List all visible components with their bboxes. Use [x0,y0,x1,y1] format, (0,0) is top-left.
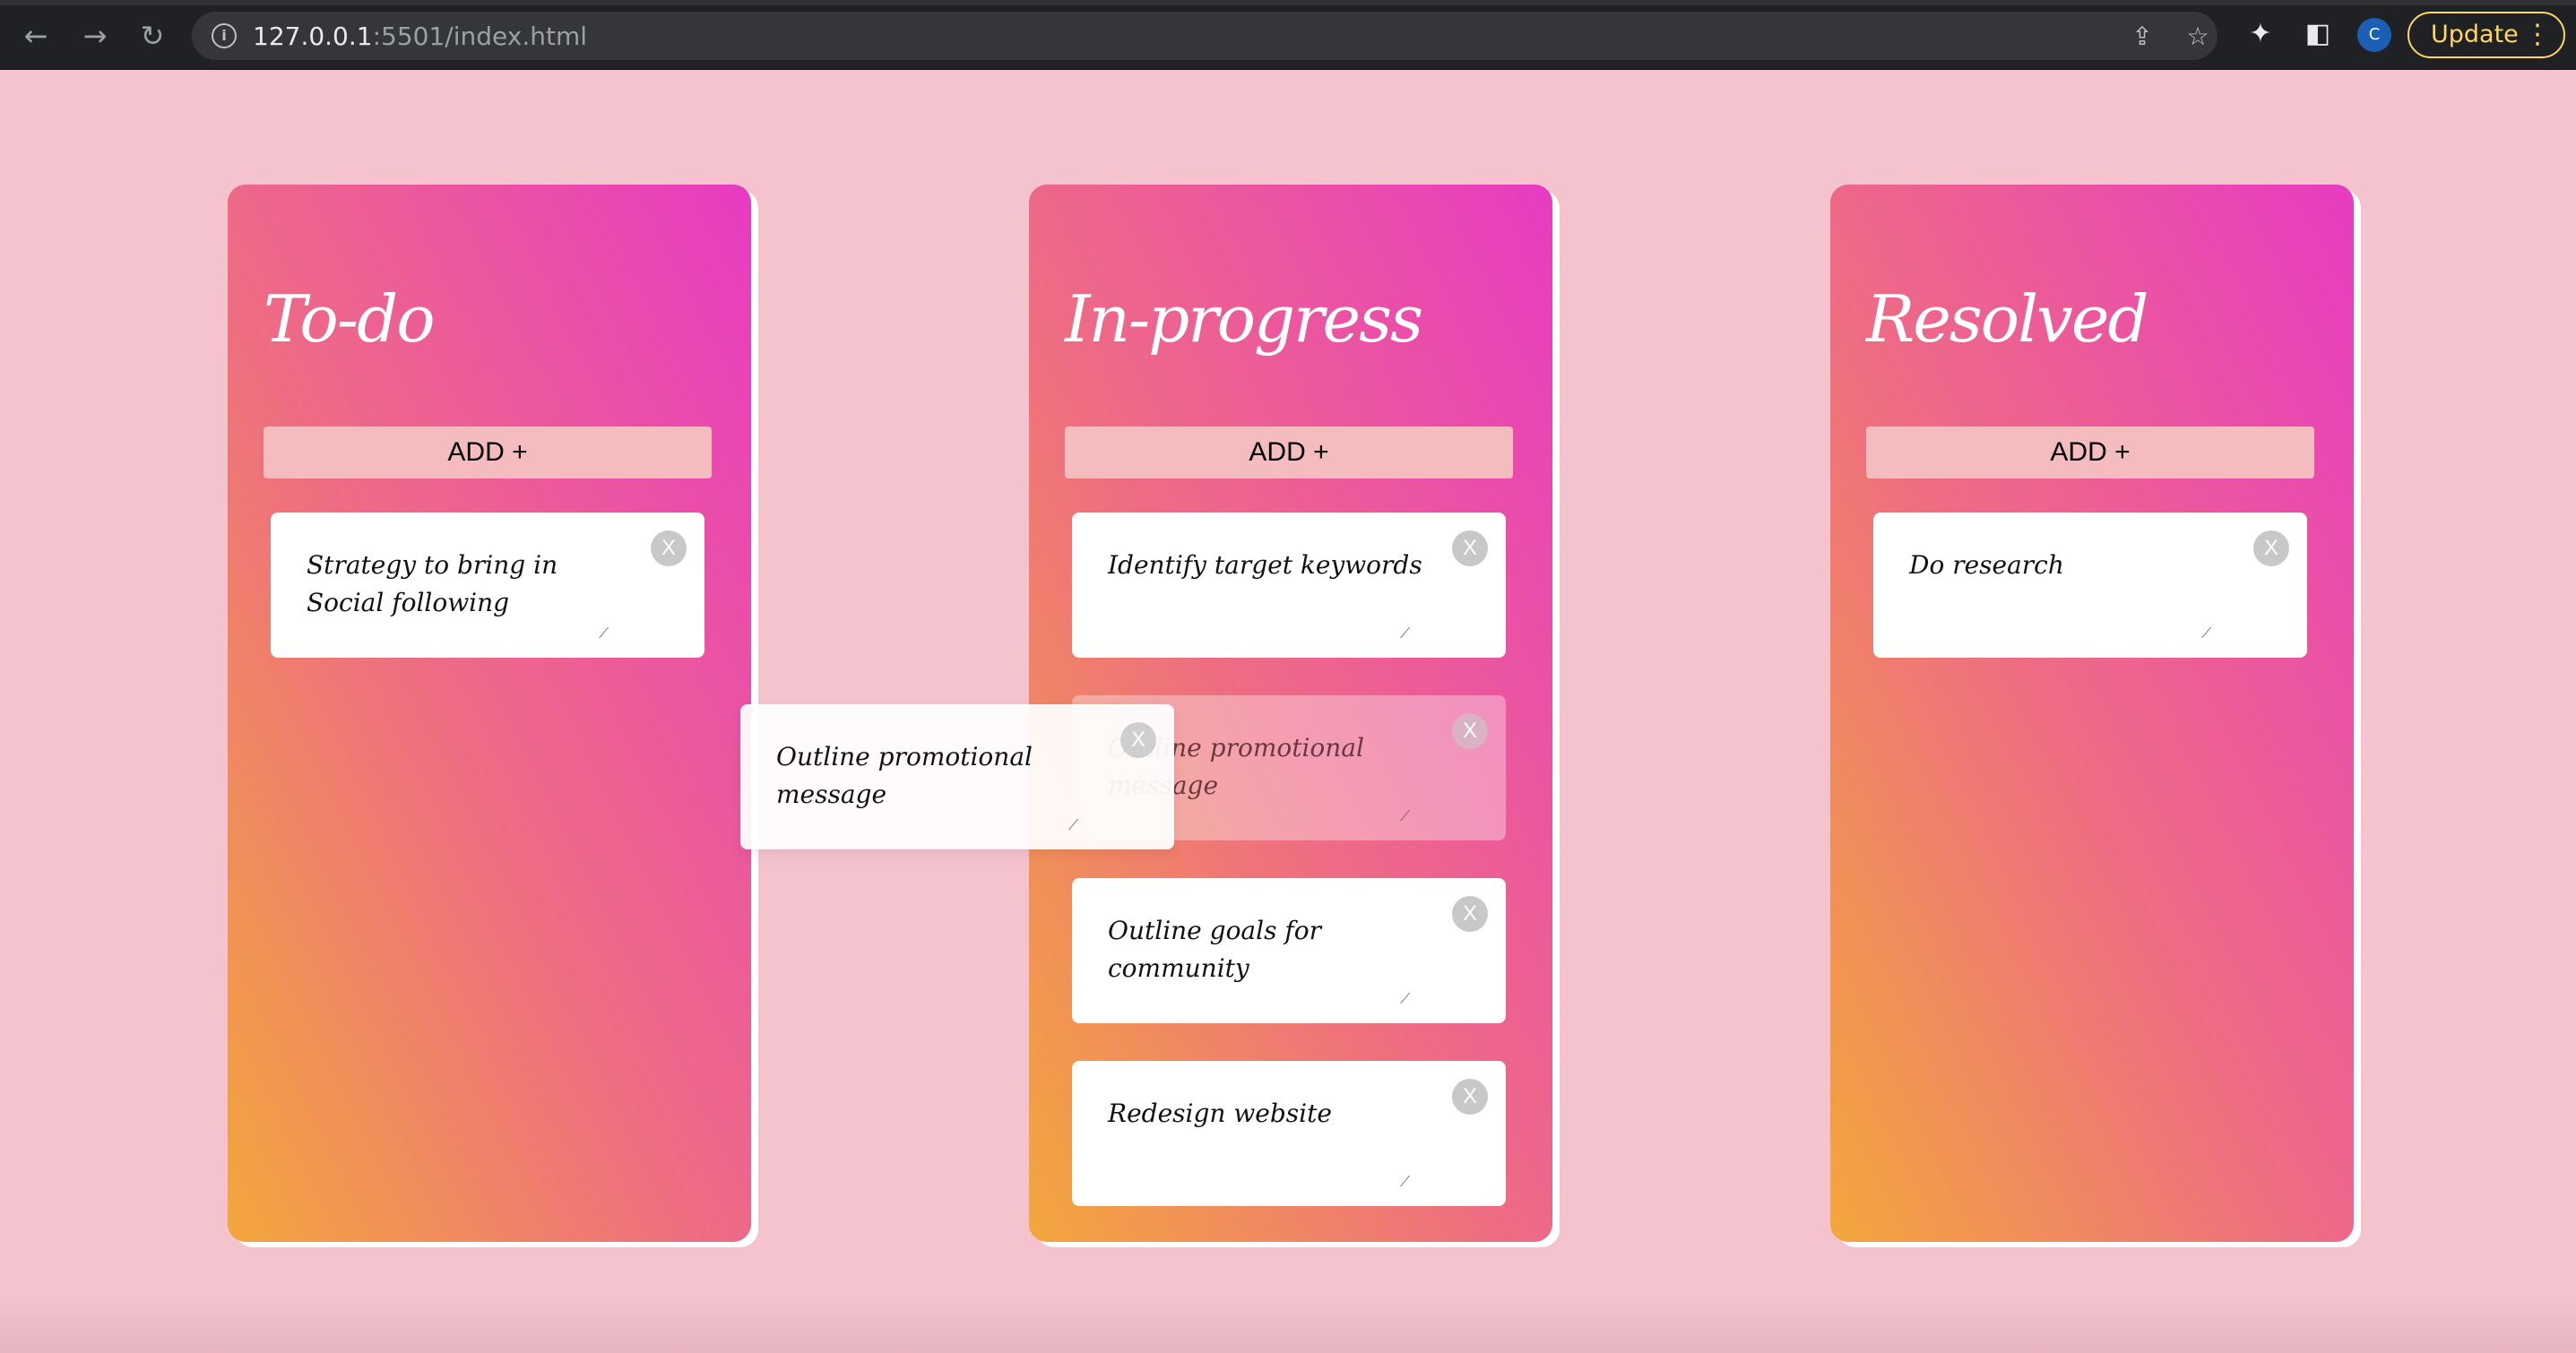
card-text[interactable]: Strategy to bring in Social following [307,547,629,622]
task-card[interactable]: Outline goals for community X ⟋ [1072,878,1506,1023]
close-icon[interactable]: X [1452,1079,1488,1115]
add-card-button[interactable]: ADD + [1866,427,2314,478]
side-panel-icon[interactable]: ◧ [2302,18,2334,50]
star-icon[interactable]: ☆ [2183,22,2212,51]
tab-strip [0,0,2576,5]
column-todo: To-do ADD + Strategy to bring in Social … [228,185,751,1242]
avatar[interactable]: C [2357,18,2391,52]
column-title: Resolved [1866,281,2149,357]
reload-icon[interactable]: ↻ [133,16,172,56]
resize-handle-icon[interactable]: ⟋ [1400,991,1416,1007]
resize-handle-icon[interactable]: ⟋ [1400,1174,1416,1190]
dragging-card[interactable]: Outline promotional message X ⟋ [740,704,1174,849]
close-icon[interactable]: X [1120,722,1156,758]
close-icon[interactable]: X [1452,530,1488,566]
task-card[interactable]: Strategy to bring in Social following X … [271,513,705,658]
forward-icon[interactable]: → [75,16,115,56]
browser-toolbar: ← → ↻ i 127.0.0.1:5501/index.html ⇪ ☆ ✦ … [0,0,2576,70]
resize-handle-icon[interactable]: ⟋ [599,625,615,642]
close-icon[interactable]: X [2253,530,2289,566]
resize-handle-icon[interactable]: ⟋ [1068,817,1085,833]
update-button[interactable]: Update ⋮ [2407,12,2565,58]
column-resolved: Resolved ADD + Do research X ⟋ [1830,185,2354,1242]
resize-handle-icon[interactable]: ⟋ [1400,625,1416,642]
card-text[interactable]: Identify target keywords [1108,547,1431,584]
card-text[interactable]: Outline goals for community [1108,912,1431,987]
column-title: To-do [264,281,436,357]
card-text[interactable]: Outline promotional message [776,738,1099,814]
card-text[interactable]: Redesign website [1108,1095,1431,1133]
url-text[interactable]: 127.0.0.1:5501/index.html [253,22,587,51]
share-icon[interactable]: ⇪ [2128,22,2157,51]
url-host: 127.0.0.1 [253,22,373,51]
resize-handle-icon[interactable]: ⟋ [1400,808,1416,824]
url-path: :5501/index.html [372,22,588,51]
kanban-board: To-do ADD + Strategy to bring in Social … [0,70,2576,1353]
task-card[interactable]: Identify target keywords X ⟋ [1072,513,1506,658]
close-icon[interactable]: X [651,530,687,566]
task-card[interactable]: Do research X ⟋ [1873,513,2307,658]
task-card[interactable]: Redesign website X ⟋ [1072,1061,1506,1206]
three-dots-icon[interactable]: ⋮ [2524,13,2551,56]
resize-handle-icon[interactable]: ⟋ [2201,625,2217,642]
back-icon[interactable]: ← [16,16,56,56]
column-title: In-progress [1065,281,1423,357]
close-icon[interactable]: X [1452,896,1488,932]
puzzle-icon[interactable]: ✦ [2244,18,2277,50]
info-icon[interactable]: i [212,23,237,48]
update-label: Update [2431,21,2519,48]
close-icon[interactable]: X [1452,713,1488,749]
card-text[interactable]: Do research [1909,547,2232,584]
add-card-button[interactable]: ADD + [264,427,712,478]
address-bar[interactable]: i 127.0.0.1:5501/index.html ⇪ ☆ [192,12,2217,60]
add-card-button[interactable]: ADD + [1065,427,1513,478]
